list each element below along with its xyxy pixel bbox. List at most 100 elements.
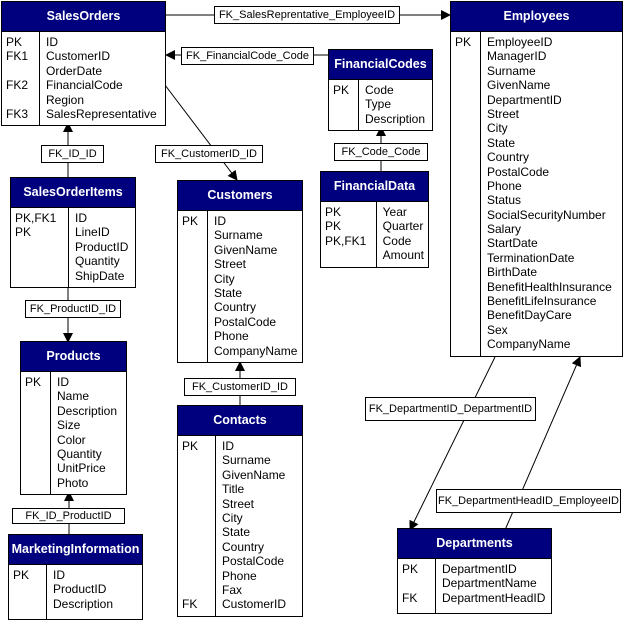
field-name: Street [487, 106, 520, 121]
key-column: PK [21, 372, 51, 495]
entity-employees[interactable]: Employees PK EmployeeID ManagerID Surname G… [450, 1, 623, 357]
field-name: Title [222, 482, 245, 497]
field-name: ID [222, 439, 234, 453]
field-name: Code [382, 233, 412, 248]
key-column: PK [329, 80, 359, 131]
entity-title: Contacts [178, 406, 302, 436]
field-name: Year [382, 205, 407, 219]
field-column: Year Quarter Code Amount [377, 202, 428, 267]
relationship-label[interactable]: FK_DepartmentHeadID_EmployeeID [436, 489, 621, 513]
key-marker [182, 569, 215, 583]
entity-sales-orders[interactable]: SalesOrders PK FK1 FK2 FK3 ID CustomerID Orde… [1, 1, 166, 127]
relationship-label[interactable]: FK_CustomerID_ID [184, 378, 296, 396]
entity-products[interactable]: Products PK ID Name Description Size Color Qu… [20, 341, 127, 496]
key-marker: PK [15, 225, 32, 240]
key-marker [6, 64, 39, 78]
key-marker: PK [402, 562, 419, 576]
field-name: ManagerID [487, 49, 547, 64]
field-name: Street [214, 257, 247, 272]
key-marker: FK [402, 590, 418, 605]
entity-customers[interactable]: Customers PK ID Surname GivenName Street Cit… [177, 180, 303, 363]
field-name: Size [57, 418, 81, 433]
edge-customer-orders [164, 84, 238, 181]
relationship-label[interactable]: FK_ID_ID [41, 145, 104, 163]
field-name: Quantity [57, 446, 102, 461]
key-marker [182, 525, 215, 539]
field-name: DepartmentName [442, 576, 537, 591]
field-name: GivenName [214, 242, 278, 257]
field-name: Surname [487, 63, 536, 78]
field-name: Color [57, 432, 86, 447]
field-name: OrderDate [46, 63, 103, 78]
field-column: ID Surname GivenName Street City State Country… [208, 211, 301, 362]
field-name: PostalCode [214, 314, 277, 329]
field-column: ID ProductID Description [47, 565, 117, 620]
entity-financial-data[interactable]: FinancialData PK PK PK,FK1 Year Quarter Code… [320, 171, 429, 268]
field-column: EmployeeID ManagerID Surname GivenName Depar… [481, 32, 616, 357]
field-name: Sex [487, 322, 508, 337]
key-column: PK FK [178, 436, 216, 616]
entity-title: SalesOrders [2, 2, 165, 32]
relationship-label[interactable]: FK_SalesReprentative_EmployeeID [214, 6, 400, 24]
field-name: TerminationDate [487, 250, 575, 265]
key-column: PK [178, 211, 208, 362]
entity-marketing-information[interactable]: MarketingInformation PK ID ProductID Descr… [8, 534, 143, 620]
field-name: ID [46, 35, 58, 49]
field-name: SalesRepresentative [46, 106, 157, 121]
entity-title: Products [21, 342, 126, 372]
field-name: BenefitHealthInsurance [487, 279, 612, 294]
relationship-label[interactable]: FK_FinancialCode_Code [181, 47, 314, 65]
field-name: Country [222, 539, 265, 554]
entity-title: Customers [178, 181, 302, 211]
field-column: ID CustomerID OrderDate FinancialCode Region… [40, 32, 161, 125]
key-marker: FK1 [6, 49, 29, 64]
relationship-label[interactable]: FK_DepartmentID_DepartmentID [365, 397, 536, 421]
key-marker [182, 554, 215, 568]
field-name: Country [214, 300, 257, 315]
field-name: Fax [222, 582, 243, 597]
key-column: PK FK [398, 559, 436, 614]
entity-departments[interactable]: Departments PK FK DepartmentID DepartmentN… [397, 528, 552, 614]
field-name: LineID [75, 225, 110, 240]
field-name: CustomerID [46, 49, 111, 64]
field-name: ProductID [53, 582, 107, 597]
field-name: State [214, 285, 243, 300]
key-marker [182, 482, 215, 496]
relationship-label[interactable]: FK_ProductID_ID [25, 300, 121, 318]
key-column: PK,FK1 PK [11, 208, 69, 287]
field-name: Phone [214, 329, 249, 344]
key-marker [182, 497, 215, 511]
field-name: Street [222, 496, 255, 511]
key-marker: FK2 [6, 78, 29, 93]
key-column: PK [451, 32, 481, 357]
field-name: EmployeeID [487, 35, 553, 49]
field-name: SocialSecurityNumber [487, 207, 606, 222]
key-marker: PK [25, 375, 42, 389]
field-name: Description [53, 596, 114, 611]
field-name: Type [365, 97, 392, 112]
relationship-label[interactable]: FK_CustomerID_ID [155, 145, 263, 163]
entity-sales-order-items[interactable]: SalesOrderItems PK,FK1 PK ID LineID Product… [10, 177, 136, 288]
field-name: Phone [487, 178, 522, 193]
relationship-label[interactable]: FK_Code_Code [334, 143, 428, 161]
field-name: Code [365, 83, 394, 97]
entity-title: Departments [398, 529, 551, 559]
field-name: GivenName [487, 78, 551, 93]
relationship-label[interactable]: FK_ID_ProductID [12, 508, 125, 524]
key-marker: PK [325, 205, 342, 219]
entity-contacts[interactable]: Contacts PK FK ID Surname GivenName Title Str… [177, 405, 303, 617]
entity-financial-codes[interactable]: FinancialCodes PK Code Type Description [328, 49, 433, 132]
field-name: Description [365, 111, 426, 126]
key-marker [182, 453, 215, 467]
key-marker: FK3 [6, 106, 29, 121]
field-name: CustomerID [222, 597, 287, 612]
key-marker [6, 93, 39, 107]
key-marker: PK [182, 214, 199, 228]
field-name: Region [46, 92, 85, 107]
key-marker: PK [333, 83, 350, 97]
key-marker: PK [325, 219, 342, 234]
field-name: Quarter [382, 219, 424, 234]
field-name: Country [487, 150, 530, 165]
key-marker [182, 511, 215, 525]
field-name: City [222, 510, 243, 525]
